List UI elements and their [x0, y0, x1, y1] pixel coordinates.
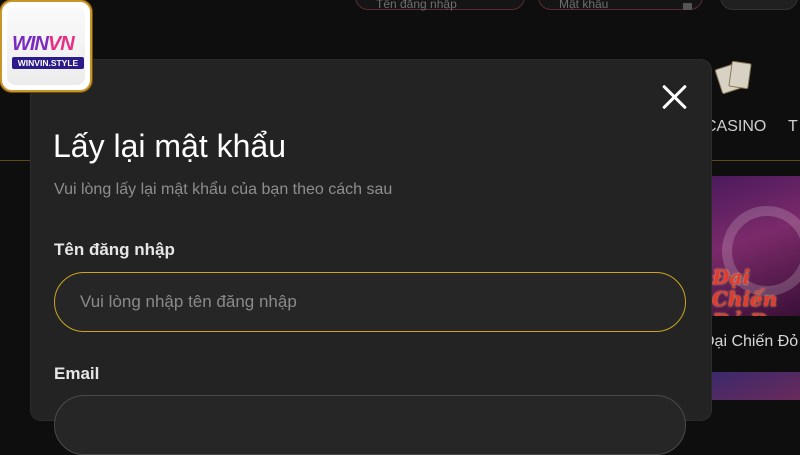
logo-word-vn: VN: [47, 33, 75, 55]
promo-banner-2[interactable]: [708, 372, 800, 400]
forgot-password-modal: Lấy lại mật khẩu Vui lòng lấy lại mật kh…: [31, 60, 711, 455]
promo-caption[interactable]: Đại Chiến Đỏ: [703, 333, 798, 351]
modal-subtitle: Vui lòng lấy lại mật khẩu của bạn theo c…: [54, 181, 393, 198]
site-logo[interactable]: WINVN WINVIN.STYLE: [0, 0, 92, 92]
close-icon[interactable]: [657, 80, 691, 114]
promo-banner[interactable]: Đại Chiến Đỏ Đen: [708, 176, 800, 316]
header-password-placeholder: Mật khẩu: [559, 0, 609, 11]
username-input[interactable]: [54, 272, 686, 332]
logo-background: WINVN WINVIN.STYLE: [7, 7, 85, 85]
header-password-input[interactable]: Mật khẩu: [538, 0, 703, 11]
header-username-input[interactable]: Tên đăng nhập: [355, 0, 525, 11]
banner-title: Đại Chiến Đỏ Đen: [712, 265, 795, 316]
username-label: Tên đăng nhập: [54, 240, 175, 259]
modal-title: Lấy lại mật khẩu: [53, 128, 287, 164]
nav-item-casino[interactable]: CASINO: [705, 118, 766, 136]
email-label: Email: [54, 364, 100, 383]
nav-item-next[interactable]: T: [788, 118, 798, 136]
logo-word-win: WIN: [12, 33, 49, 55]
lock-icon: [683, 3, 692, 10]
email-input[interactable]: [54, 395, 686, 455]
casino-cards-icon: [712, 60, 760, 98]
site-header: Tên đăng nhập Mật khẩu: [0, 0, 800, 30]
logo-wordmark: WINVN: [12, 33, 75, 55]
logo-site-name: WINVIN.STYLE: [12, 57, 84, 69]
header-login-button[interactable]: [720, 0, 798, 10]
